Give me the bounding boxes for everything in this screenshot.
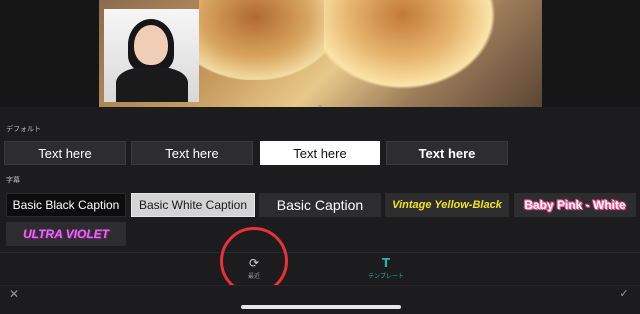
caption-baby-pink-white[interactable]: Baby Pink - White bbox=[514, 193, 636, 217]
caption-basic[interactable]: Basic Caption bbox=[259, 193, 381, 217]
tab-template-label: テンプレート bbox=[368, 273, 404, 280]
bottom-action-bar bbox=[0, 285, 640, 314]
section-label-caption: 字幕 bbox=[6, 176, 20, 184]
cake-image-right bbox=[324, 0, 499, 92]
text-style-tile[interactable]: Text here bbox=[386, 141, 508, 165]
text-style-tile-selected[interactable]: Text here bbox=[260, 141, 380, 165]
caption-basic-black[interactable]: Basic Black Caption bbox=[6, 193, 126, 217]
cake-image-left bbox=[199, 0, 339, 80]
text-template-icon: T bbox=[381, 256, 391, 270]
video-preview-area bbox=[0, 0, 640, 107]
text-style-tile[interactable]: Text here bbox=[4, 141, 126, 165]
tab-template[interactable]: T テンプレート bbox=[361, 256, 411, 282]
bottom-tab-bar bbox=[0, 252, 640, 285]
checkmark-icon[interactable]: ✓ bbox=[617, 287, 631, 301]
home-indicator[interactable] bbox=[241, 305, 401, 309]
text-style-tile[interactable]: Text here bbox=[131, 141, 253, 165]
picture-in-picture-presenter bbox=[104, 9, 199, 102]
caption-vintage-yellow-black[interactable]: Vintage Yellow-Black bbox=[385, 193, 509, 217]
collapse-chevron-icon[interactable]: ⌃ bbox=[313, 105, 327, 115]
close-icon[interactable]: ✕ bbox=[7, 287, 21, 301]
caption-basic-white[interactable]: Basic White Caption bbox=[131, 193, 255, 217]
caption-ultra-violet[interactable]: ULTRA VIOLET bbox=[6, 222, 126, 246]
section-label-default: デフォルト bbox=[6, 125, 41, 133]
